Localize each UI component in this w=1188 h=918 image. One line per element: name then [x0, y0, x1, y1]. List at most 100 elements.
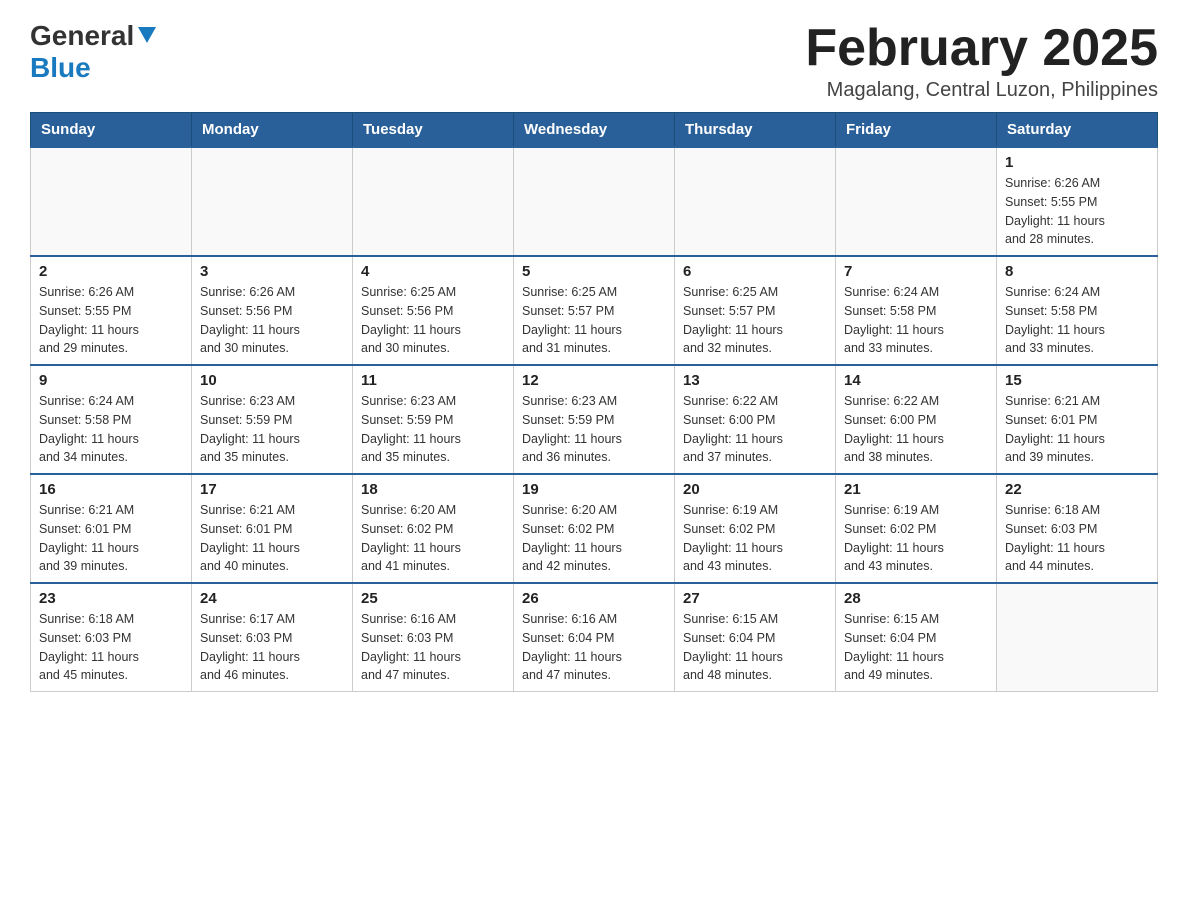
table-row: 24Sunrise: 6:17 AMSunset: 6:03 PMDayligh… [192, 583, 353, 692]
day-number: 11 [361, 372, 505, 389]
table-row: 28 Sunrise: 6:15 AMSunset: 6:04 PMDayligh… [836, 583, 997, 692]
col-saturday: Saturday [997, 113, 1158, 148]
logo: General Blue [30, 20, 156, 84]
day-number: 17 [200, 481, 344, 498]
calendar-week-row: 1Sunrise: 6:26 AMSunset: 5:55 PMDaylight… [31, 147, 1158, 256]
title-area: February 2025 Magalang, Central Luzon, P… [805, 20, 1158, 102]
day-info: Sunrise: 6:21 AMSunset: 6:01 PMDaylight:… [1005, 392, 1149, 467]
location-title: Magalang, Central Luzon, Philippines [805, 79, 1158, 102]
day-number: 16 [39, 481, 183, 498]
day-number: 2 [39, 263, 183, 280]
calendar-week-row: 2Sunrise: 6:26 AMSunset: 5:55 PMDaylight… [31, 256, 1158, 365]
table-row: 20 Sunrise: 6:19 AMSunset: 6:02 PMDayligh… [675, 474, 836, 583]
table-row: 23 Sunrise: 6:18 AMSunset: 6:03 PMDayligh… [31, 583, 192, 692]
day-info: Sunrise: 6:19 AMSunset: 6:02 PMDaylight:… [844, 501, 988, 576]
table-row [997, 583, 1158, 692]
table-row: 11 Sunrise: 6:23 AMSunset: 5:59 PMDayligh… [353, 365, 514, 474]
day-number: 7 [844, 263, 988, 280]
day-info: Sunrise: 6:18 AMSunset: 6:03 PMDaylight:… [1005, 501, 1149, 576]
table-row: 15 Sunrise: 6:21 AMSunset: 6:01 PMDayligh… [997, 365, 1158, 474]
col-wednesday: Wednesday [514, 113, 675, 148]
table-row [353, 147, 514, 256]
day-info: Sunrise: 6:18 AMSunset: 6:03 PMDaylight:… [39, 610, 183, 685]
day-info: Sunrise: 6:21 AMSunset: 6:01 PMDaylight:… [200, 501, 344, 576]
col-sunday: Sunday [31, 113, 192, 148]
table-row: 16Sunrise: 6:21 AMSunset: 6:01 PMDayligh… [31, 474, 192, 583]
table-row: 17 Sunrise: 6:21 AMSunset: 6:01 PMDayligh… [192, 474, 353, 583]
day-info: Sunrise: 6:15 AMSunset: 6:04 PMDaylight:… [844, 610, 988, 685]
logo-blue: Blue [30, 52, 91, 83]
table-row: 19 Sunrise: 6:20 AMSunset: 6:02 PMDayligh… [514, 474, 675, 583]
col-tuesday: Tuesday [353, 113, 514, 148]
table-row: 14 Sunrise: 6:22 AMSunset: 6:00 PMDayligh… [836, 365, 997, 474]
day-number: 19 [522, 481, 666, 498]
day-number: 9 [39, 372, 183, 389]
day-info: Sunrise: 6:22 AMSunset: 6:00 PMDaylight:… [844, 392, 988, 467]
day-number: 6 [683, 263, 827, 280]
calendar-header-row: Sunday Monday Tuesday Wednesday Thursday… [31, 113, 1158, 148]
day-info: Sunrise: 6:24 AMSunset: 5:58 PMDaylight:… [1005, 283, 1149, 358]
day-number: 26 [522, 590, 666, 607]
calendar-week-row: 16 Sunrise: 6:21 AMSunset: 6:01 PMDayligh… [31, 474, 1158, 583]
day-number: 27 [683, 590, 827, 607]
logo-triangle-icon [138, 27, 156, 48]
day-info: Sunrise: 6:16 AMSunset: 6:04 PMDaylight:… [522, 610, 666, 685]
day-number: 3 [200, 263, 344, 280]
day-number: 22 [1005, 481, 1149, 498]
day-number: 12 [522, 372, 666, 389]
table-row: 5 Sunrise: 6:25 AMSunset: 5:57 PMDaylight… [514, 256, 675, 365]
day-number: 15 [1005, 372, 1149, 389]
day-info: Sunrise: 6:26 AMSunset: 5:55 PMDaylight:… [1005, 174, 1149, 249]
day-number: 14 [844, 372, 988, 389]
table-row: 2Sunrise: 6:26 AMSunset: 5:55 PMDaylight… [31, 256, 192, 365]
table-row: 1Sunrise: 6:26 AMSunset: 5:55 PMDaylight… [997, 147, 1158, 256]
day-info: Sunrise: 6:26 AMSunset: 5:56 PMDaylight:… [200, 283, 344, 358]
table-row: 22 Sunrise: 6:18 AMSunset: 6:03 PMDayligh… [997, 474, 1158, 583]
day-number: 28 [844, 590, 988, 607]
day-number: 13 [683, 372, 827, 389]
table-row: 25 Sunrise: 6:16 AMSunset: 6:03 PMDayligh… [353, 583, 514, 692]
day-number: 20 [683, 481, 827, 498]
day-info: Sunrise: 6:23 AMSunset: 5:59 PMDaylight:… [522, 392, 666, 467]
month-title: February 2025 [805, 20, 1158, 77]
table-row: 9 Sunrise: 6:24 AMSunset: 5:58 PMDaylight… [31, 365, 192, 474]
day-info: Sunrise: 6:25 AMSunset: 5:56 PMDaylight:… [361, 283, 505, 358]
page-header: General Blue February 2025 Magalang, Cen… [30, 20, 1158, 102]
calendar-week-row: 23 Sunrise: 6:18 AMSunset: 6:03 PMDayligh… [31, 583, 1158, 692]
table-row [675, 147, 836, 256]
day-info: Sunrise: 6:19 AMSunset: 6:02 PMDaylight:… [683, 501, 827, 576]
table-row: 6 Sunrise: 6:25 AMSunset: 5:57 PMDaylight… [675, 256, 836, 365]
table-row: 4 Sunrise: 6:25 AMSunset: 5:56 PMDaylight… [353, 256, 514, 365]
table-row [31, 147, 192, 256]
table-row [836, 147, 997, 256]
col-thursday: Thursday [675, 113, 836, 148]
day-info: Sunrise: 6:25 AMSunset: 5:57 PMDaylight:… [522, 283, 666, 358]
day-info: Sunrise: 6:24 AMSunset: 5:58 PMDaylight:… [844, 283, 988, 358]
table-row [192, 147, 353, 256]
day-number: 10 [200, 372, 344, 389]
table-row: 18 Sunrise: 6:20 AMSunset: 6:02 PMDayligh… [353, 474, 514, 583]
day-info: Sunrise: 6:20 AMSunset: 6:02 PMDaylight:… [361, 501, 505, 576]
logo-general: General [30, 20, 134, 52]
table-row: 13 Sunrise: 6:22 AMSunset: 6:00 PMDayligh… [675, 365, 836, 474]
table-row: 8 Sunrise: 6:24 AMSunset: 5:58 PMDaylight… [997, 256, 1158, 365]
day-number: 25 [361, 590, 505, 607]
day-info: Sunrise: 6:23 AMSunset: 5:59 PMDaylight:… [200, 392, 344, 467]
col-friday: Friday [836, 113, 997, 148]
day-info: Sunrise: 6:23 AMSunset: 5:59 PMDaylight:… [361, 392, 505, 467]
day-number: 24 [200, 590, 344, 607]
day-number: 18 [361, 481, 505, 498]
day-info: Sunrise: 6:24 AMSunset: 5:58 PMDaylight:… [39, 392, 183, 467]
day-info: Sunrise: 6:25 AMSunset: 5:57 PMDaylight:… [683, 283, 827, 358]
table-row: 26 Sunrise: 6:16 AMSunset: 6:04 PMDayligh… [514, 583, 675, 692]
table-row: 21Sunrise: 6:19 AMSunset: 6:02 PMDayligh… [836, 474, 997, 583]
day-number: 23 [39, 590, 183, 607]
day-info: Sunrise: 6:20 AMSunset: 6:02 PMDaylight:… [522, 501, 666, 576]
day-number: 8 [1005, 263, 1149, 280]
day-number: 4 [361, 263, 505, 280]
calendar-table: Sunday Monday Tuesday Wednesday Thursday… [30, 112, 1158, 692]
day-info: Sunrise: 6:22 AMSunset: 6:00 PMDaylight:… [683, 392, 827, 467]
table-row: 12 Sunrise: 6:23 AMSunset: 5:59 PMDayligh… [514, 365, 675, 474]
day-info: Sunrise: 6:16 AMSunset: 6:03 PMDaylight:… [361, 610, 505, 685]
day-number: 5 [522, 263, 666, 280]
